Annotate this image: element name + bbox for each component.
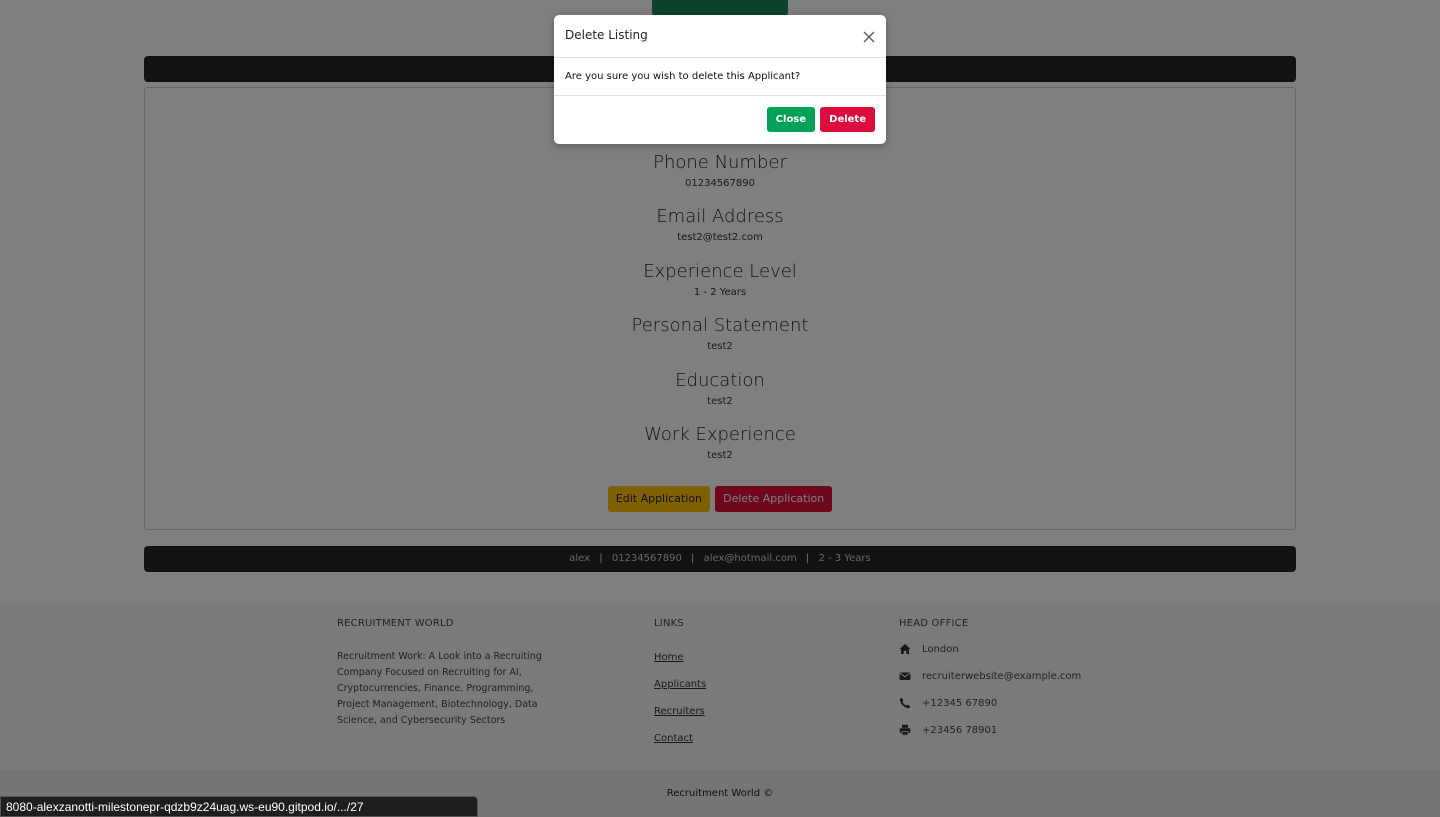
confirm-delete-button[interactable]: Delete: [820, 107, 875, 132]
modal-header: Delete Listing: [554, 15, 886, 58]
close-button[interactable]: Close: [766, 107, 816, 132]
modal-footer: Close Delete: [554, 96, 886, 144]
modal-body: Are you sure you wish to delete this App…: [554, 58, 886, 96]
modal-title: Delete Listing: [565, 28, 648, 42]
close-icon[interactable]: [862, 29, 876, 43]
delete-modal: Delete Listing Are you sure you wish to …: [554, 15, 886, 144]
page: Phone Number 01234567890 Email Address t…: [0, 0, 1440, 817]
status-bar-url: 8080-alexzanotti-milestonepr-qdzb9z24uag…: [0, 796, 478, 817]
